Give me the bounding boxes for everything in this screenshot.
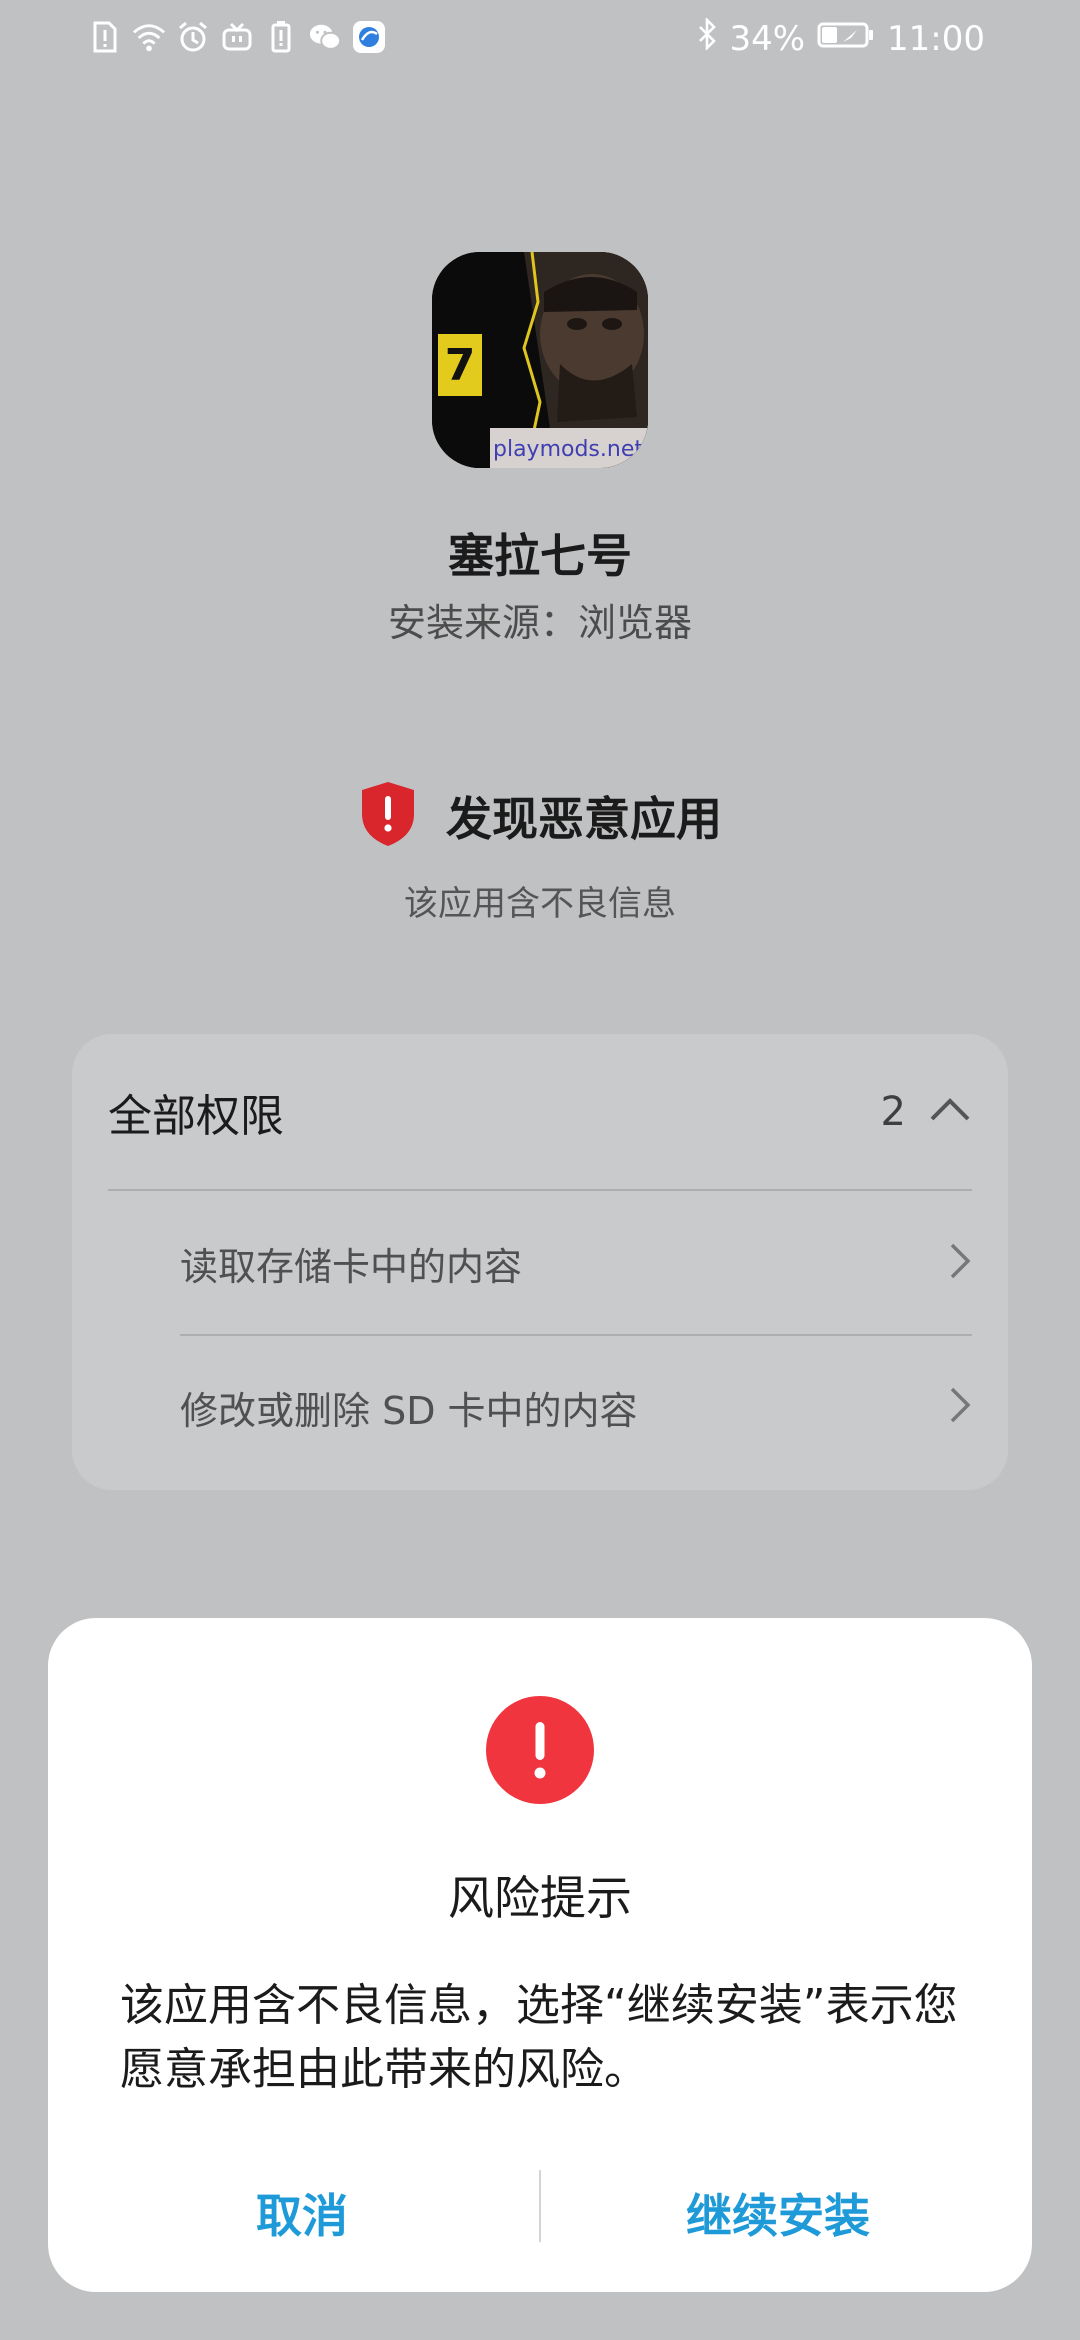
- permissions-card: 全部权限 2 读取存储卡中的内容 修改或删除 SD 卡中的内容: [72, 1034, 1008, 1490]
- continue-install-button[interactable]: 继续安装: [548, 2168, 1008, 2258]
- alarm-icon: [176, 20, 210, 54]
- battery-percent: 34%: [729, 18, 806, 59]
- permissions-header[interactable]: 全部权限 2: [108, 1034, 972, 1191]
- alert-circle-icon: [486, 1696, 594, 1804]
- cancel-button[interactable]: 取消: [72, 2168, 532, 2258]
- wifi-icon: [132, 20, 166, 54]
- battery-saver-icon: [264, 20, 298, 54]
- bluetooth-icon: [697, 16, 717, 59]
- app-icon-watermark: playmods.net: [493, 437, 643, 462]
- browser-icon: [352, 20, 386, 54]
- app-icon-badge: 7: [445, 340, 476, 391]
- clock-time: 11:00: [887, 18, 985, 59]
- shield-alert-icon: [358, 780, 418, 852]
- warning-title: 发现恶意应用: [446, 792, 722, 846]
- status-bar: 34% 11:00: [0, 0, 1080, 90]
- permission-item-read-storage[interactable]: 读取存储卡中的内容: [180, 1192, 972, 1336]
- permission-label: 读取存储卡中的内容: [180, 1244, 523, 1289]
- warning-subtitle: 该应用含不良信息: [404, 884, 676, 924]
- permissions-count: 2: [880, 1088, 906, 1135]
- permission-item-modify-sd[interactable]: 修改或删除 SD 卡中的内容: [180, 1336, 972, 1478]
- dialog-actions: 取消 继续安装: [48, 2168, 1032, 2258]
- dialog-message: 该应用含不良信息，选择“继续安装”表示您愿意承担由此带来的风险。: [120, 1980, 958, 2095]
- battery-icon: [817, 19, 875, 59]
- chevron-right-icon: [948, 1241, 972, 1285]
- tv-icon: [220, 20, 254, 54]
- chevron-right-icon: [948, 1385, 972, 1429]
- status-bar-notification-icons: [88, 20, 386, 54]
- status-bar-system: 34% 11:00: [697, 16, 985, 59]
- dialog-title: 风险提示: [448, 1871, 632, 1925]
- app-icon: 7 playmods.net: [432, 252, 648, 468]
- risk-dialog: 风险提示 该应用含不良信息，选择“继续安装”表示您愿意承担由此带来的风险。 取消…: [48, 1618, 1032, 2292]
- wechat-icon: [308, 20, 342, 54]
- permissions-title: 全部权限: [108, 1090, 284, 1142]
- malicious-app-warning: 发现恶意应用: [0, 780, 1080, 852]
- permission-label: 修改或删除 SD 卡中的内容: [180, 1388, 638, 1433]
- chevron-up-icon: [928, 1095, 972, 1129]
- app-name: 塞拉七号: [448, 529, 632, 583]
- button-divider: [539, 2170, 541, 2242]
- sim-alert-icon: [88, 20, 122, 54]
- install-source: 安装来源：浏览器: [387, 601, 692, 645]
